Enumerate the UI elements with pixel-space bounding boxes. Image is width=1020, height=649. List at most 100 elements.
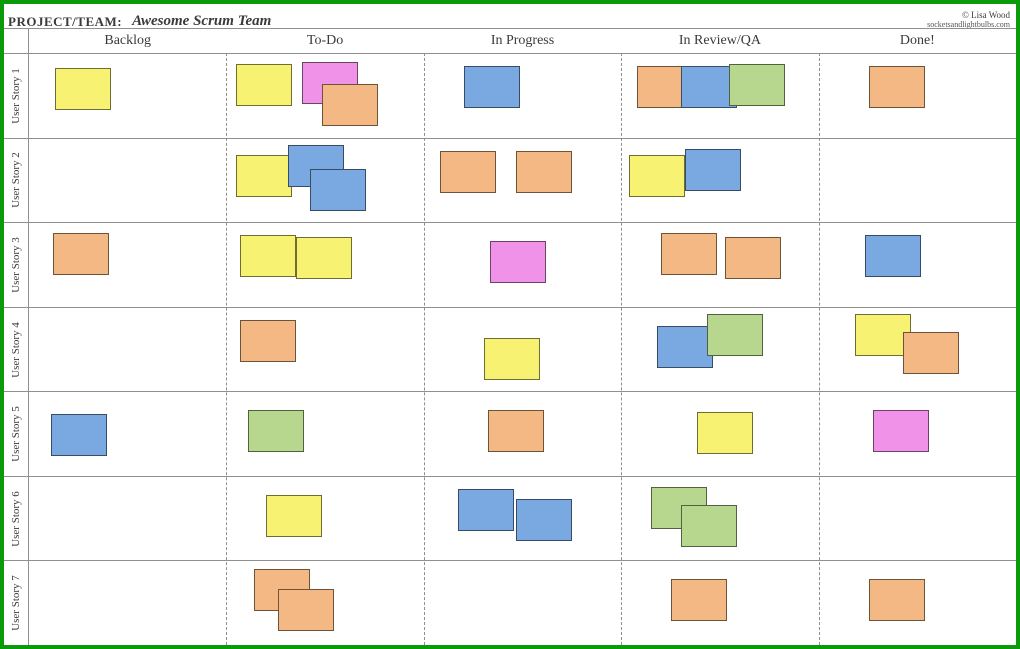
cell[interactable] [424, 139, 621, 224]
cell[interactable] [29, 392, 226, 477]
story-card[interactable] [322, 84, 378, 126]
author-credit: © Lisa Wood [927, 10, 1010, 20]
column-header: In Review/QA [621, 29, 818, 54]
story-card[interactable] [236, 155, 292, 197]
story-card[interactable] [236, 64, 292, 106]
story-card[interactable] [661, 233, 717, 275]
story-card[interactable] [865, 235, 921, 277]
story-card[interactable] [685, 149, 741, 191]
story-card[interactable] [296, 237, 352, 279]
cell[interactable] [621, 561, 818, 645]
story-card[interactable] [440, 151, 496, 193]
cell[interactable] [819, 308, 1016, 393]
story-card[interactable] [266, 495, 322, 537]
cell[interactable] [424, 54, 621, 139]
story-card[interactable] [240, 320, 296, 362]
column-header: To-Do [226, 29, 423, 54]
story-card[interactable] [464, 66, 520, 108]
story-card[interactable] [310, 169, 366, 211]
story-card[interactable] [681, 505, 737, 547]
cell[interactable] [29, 223, 226, 308]
story-card[interactable] [484, 338, 540, 380]
cell[interactable] [819, 561, 1016, 645]
cell[interactable] [29, 139, 226, 224]
story-card[interactable] [657, 326, 713, 368]
title-bar: PROJECT/TEAM: Awesome Scrum Team © Lisa … [4, 4, 1016, 30]
column-cells [819, 54, 1016, 645]
scrum-board-frame: PROJECT/TEAM: Awesome Scrum Team © Lisa … [0, 0, 1020, 649]
column-cells [621, 54, 818, 645]
cell[interactable] [226, 308, 423, 393]
column-in-progress: In Progress [424, 29, 621, 645]
cell[interactable] [819, 139, 1016, 224]
cell[interactable] [621, 139, 818, 224]
story-card[interactable] [240, 235, 296, 277]
story-card[interactable] [53, 233, 109, 275]
cell[interactable] [621, 54, 818, 139]
columns: BacklogTo-DoIn ProgressIn Review/QADone! [29, 29, 1016, 645]
story-card[interactable] [671, 579, 727, 621]
cell[interactable] [424, 308, 621, 393]
story-card[interactable] [488, 410, 544, 452]
board: User Story 1 User Story 2 User Story 3 U… [4, 28, 1016, 645]
cell[interactable] [29, 561, 226, 645]
cell[interactable] [29, 308, 226, 393]
column-done-: Done! [819, 29, 1016, 645]
cell[interactable] [424, 392, 621, 477]
row-labels: User Story 1 User Story 2 User Story 3 U… [4, 29, 29, 645]
column-to-do: To-Do [226, 29, 423, 645]
cell[interactable] [819, 54, 1016, 139]
column-cells [29, 54, 226, 645]
row-label-5: User Story 5 [10, 406, 22, 462]
column-backlog: Backlog [29, 29, 226, 645]
cell[interactable] [621, 308, 818, 393]
story-card[interactable] [903, 332, 959, 374]
story-card[interactable] [873, 410, 929, 452]
story-card[interactable] [55, 68, 111, 110]
story-card[interactable] [51, 414, 107, 456]
credits: © Lisa Wood socketsandlightbulbs.com [927, 9, 1010, 30]
row-label-7: User Story 7 [10, 575, 22, 631]
story-card[interactable] [516, 499, 572, 541]
cell[interactable] [29, 54, 226, 139]
cell[interactable] [819, 392, 1016, 477]
cell[interactable] [226, 561, 423, 645]
story-card[interactable] [458, 489, 514, 531]
story-card[interactable] [490, 241, 546, 283]
column-header: In Progress [424, 29, 621, 54]
cell[interactable] [819, 477, 1016, 562]
cell[interactable] [226, 477, 423, 562]
cell[interactable] [621, 223, 818, 308]
story-card[interactable] [248, 410, 304, 452]
row-label-1: User Story 1 [10, 68, 22, 124]
cell[interactable] [226, 223, 423, 308]
story-card[interactable] [278, 589, 334, 631]
story-card[interactable] [725, 237, 781, 279]
column-cells [226, 54, 423, 645]
column-cells [424, 54, 621, 645]
cell[interactable] [226, 392, 423, 477]
story-card[interactable] [869, 66, 925, 108]
row-label-4: User Story 4 [10, 322, 22, 378]
cell[interactable] [621, 477, 818, 562]
column-header: Backlog [29, 29, 226, 54]
cell[interactable] [819, 223, 1016, 308]
row-label-3: User Story 3 [10, 237, 22, 293]
story-card[interactable] [707, 314, 763, 356]
story-card[interactable] [697, 412, 753, 454]
cell[interactable] [621, 392, 818, 477]
story-card[interactable] [629, 155, 685, 197]
cell[interactable] [29, 477, 226, 562]
story-card[interactable] [869, 579, 925, 621]
corner-cell [4, 29, 28, 54]
row-label-6: User Story 6 [10, 491, 22, 547]
cell[interactable] [424, 223, 621, 308]
cell[interactable] [424, 477, 621, 562]
cell[interactable] [226, 139, 423, 224]
row-label-2: User Story 2 [10, 153, 22, 209]
cell[interactable] [424, 561, 621, 645]
story-card[interactable] [516, 151, 572, 193]
column-header: Done! [819, 29, 1016, 54]
story-card[interactable] [729, 64, 785, 106]
cell[interactable] [226, 54, 423, 139]
